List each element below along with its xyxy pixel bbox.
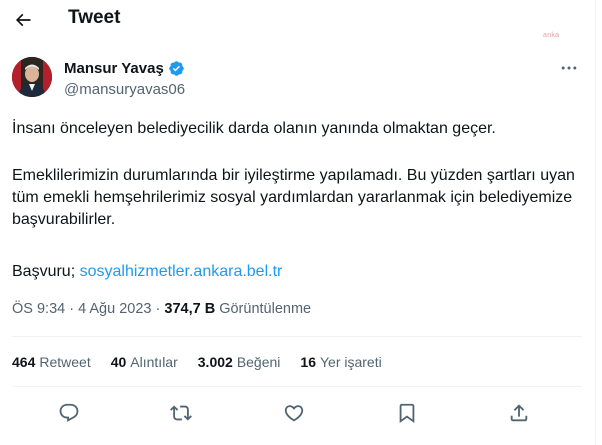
verified-badge-icon <box>169 61 184 76</box>
share-button[interactable] <box>507 401 531 425</box>
back-button[interactable] <box>10 8 36 32</box>
like-heart-icon <box>284 405 304 422</box>
retweet-icon <box>170 405 192 421</box>
more-horizontal-icon <box>561 66 577 70</box>
bookmark-icon <box>399 403 415 424</box>
more-options-button[interactable] <box>557 58 581 78</box>
tweet-paragraph-3: Başvuru; sosyalhizmetler.ankara.bel.tr <box>12 261 582 283</box>
stat-quotes-label: Alıntılar <box>130 354 178 370</box>
stat-retweets-label: Retweet <box>39 354 91 370</box>
watermark-logo: anka <box>543 32 560 39</box>
tweet-date[interactable]: 4 Ağu 2023 <box>78 301 151 317</box>
divider <box>12 336 582 337</box>
bookmark-button[interactable] <box>395 401 419 425</box>
tweet-time[interactable]: ÖS 9:34 <box>12 301 65 317</box>
author-name-text: Mansur Yavaş <box>64 60 164 77</box>
tweet-paragraph-1: İnsanı önceleyen belediyecilik darda ola… <box>12 120 496 137</box>
stat-quotes[interactable]: 40 Alıntılar <box>111 354 178 370</box>
tweet-header: Tweet anka <box>0 0 595 40</box>
reply-button[interactable] <box>57 401 81 425</box>
views-count: 374,7 B <box>164 301 216 317</box>
column-border <box>595 0 596 445</box>
stat-bookmarks-value: 16 <box>300 354 316 370</box>
apply-label: Başvuru; <box>12 263 80 280</box>
author-name[interactable]: Mansur Yavaş <box>64 60 185 77</box>
tweet-meta: ÖS 9:34 · 4 Ağu 2023 · 374,7 B Görüntüle… <box>12 301 311 317</box>
stat-bookmarks-label: Yer işareti <box>319 354 382 370</box>
meta-separator-2: · <box>151 301 165 317</box>
divider <box>12 386 582 387</box>
page-title: Tweet <box>68 7 121 28</box>
views-label: Görüntülenme <box>219 301 312 317</box>
stat-quotes-value: 40 <box>110 354 127 370</box>
stat-likes-value: 3.002 <box>197 354 233 370</box>
arrow-left-icon <box>15 13 31 27</box>
tweet-page: Tweet anka Mansur Yavaş @mansuryavas06 İ… <box>0 0 602 445</box>
retweet-button[interactable] <box>169 401 193 425</box>
avatar-image <box>12 57 52 97</box>
engagement-stats: 464 Retweet 40 Alıntılar 3.002 Beğeni 16 Yer… <box>12 354 402 370</box>
stat-retweets-value: 464 <box>12 354 36 370</box>
tweet-paragraph-2: Emeklilerimizin durumlarında bir iyileşt… <box>12 167 575 228</box>
reply-icon <box>59 403 79 422</box>
like-button[interactable] <box>282 401 306 425</box>
avatar[interactable] <box>12 57 52 97</box>
stat-retweets[interactable]: 464 Retweet <box>12 354 91 370</box>
stat-bookmarks[interactable]: 16 Yer işareti <box>300 354 381 370</box>
meta-separator: · <box>65 301 79 317</box>
share-icon <box>510 404 528 422</box>
author-handle[interactable]: @mansuryavas06 <box>64 81 185 98</box>
stat-likes[interactable]: 3.002 Beğeni <box>198 354 281 370</box>
tweet-link[interactable]: sosyalhizmetler.ankara.bel.tr <box>80 263 283 280</box>
stat-likes-label: Beğeni <box>236 354 281 370</box>
